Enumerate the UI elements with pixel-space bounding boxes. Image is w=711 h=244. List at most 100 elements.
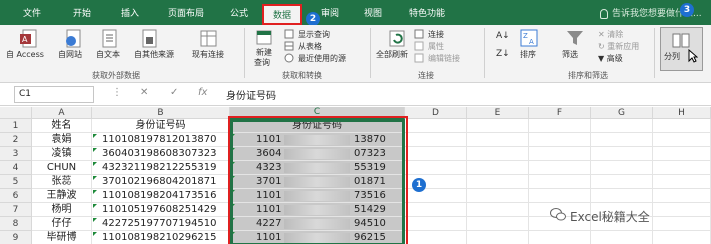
- cell-id-number[interactable]: 身份证号码: [92, 119, 230, 133]
- cell-id-number[interactable]: 360403198608307323: [92, 147, 230, 161]
- empty-cell[interactable]: [529, 119, 591, 133]
- refresh-all-button[interactable]: 全部刷新: [376, 49, 408, 60]
- cell-id-number[interactable]: 422725197707194510: [92, 217, 230, 231]
- cell-id-number[interactable]: 110108198210296215: [92, 231, 230, 244]
- empty-cell[interactable]: [653, 231, 711, 244]
- edit-links-button[interactable]: 编辑链接: [428, 53, 460, 64]
- cell-name[interactable]: 张蕊: [32, 175, 92, 189]
- column-header-f[interactable]: F: [529, 107, 591, 119]
- empty-cell[interactable]: [529, 189, 591, 203]
- empty-cell[interactable]: [653, 217, 711, 231]
- cell-name[interactable]: 杨明: [32, 203, 92, 217]
- tab-home[interactable]: 开始: [62, 6, 102, 22]
- row-header[interactable]: 3: [0, 147, 32, 161]
- empty-cell[interactable]: [653, 203, 711, 217]
- empty-cell[interactable]: [529, 231, 591, 244]
- empty-cell[interactable]: [653, 147, 711, 161]
- empty-cell[interactable]: [591, 161, 653, 175]
- empty-cell[interactable]: [405, 161, 467, 175]
- empty-cell[interactable]: [591, 231, 653, 244]
- empty-cell[interactable]: [653, 175, 711, 189]
- sort-descending-icon[interactable]: Z↓: [496, 49, 510, 59]
- cell-id-number[interactable]: 110108198204173516: [92, 189, 230, 203]
- clear-filter-button[interactable]: ✕ 清除: [598, 29, 623, 40]
- empty-cell[interactable]: [529, 147, 591, 161]
- advanced-filter-button[interactable]: ▼ 高级: [598, 53, 623, 64]
- insert-function-icon[interactable]: fx: [198, 87, 207, 98]
- row-header[interactable]: 8: [0, 217, 32, 231]
- tab-data[interactable]: 数据: [262, 4, 302, 25]
- row-header[interactable]: 6: [0, 189, 32, 203]
- cell-name[interactable]: 王静波: [32, 189, 92, 203]
- empty-cell[interactable]: [591, 189, 653, 203]
- empty-cell[interactable]: [467, 119, 529, 133]
- cell-id-number[interactable]: 110105197608251429: [92, 203, 230, 217]
- empty-cell[interactable]: [467, 175, 529, 189]
- show-queries-button[interactable]: 显示查询: [298, 29, 330, 40]
- cell-name[interactable]: CHUN: [32, 161, 92, 175]
- cell-id-number[interactable]: 370102196804201871: [92, 175, 230, 189]
- empty-cell[interactable]: [591, 119, 653, 133]
- empty-cell[interactable]: [529, 175, 591, 189]
- empty-cell[interactable]: [653, 189, 711, 203]
- column-header-d[interactable]: D: [405, 107, 467, 119]
- empty-cell[interactable]: [405, 189, 467, 203]
- row-header[interactable]: 1: [0, 119, 32, 133]
- cell-id-number[interactable]: 110108197812013870: [92, 133, 230, 147]
- tab-page-layout[interactable]: 页面布局: [156, 6, 216, 22]
- cancel-icon[interactable]: ✕: [140, 87, 148, 98]
- tab-file[interactable]: 文件: [14, 6, 50, 22]
- empty-cell[interactable]: [653, 161, 711, 175]
- sort-button[interactable]: 排序: [520, 49, 536, 60]
- tab-formulas[interactable]: 公式: [222, 6, 256, 22]
- reapply-button[interactable]: ↻ 重新应用: [598, 41, 639, 52]
- text-to-columns-button[interactable]: 分列: [664, 51, 680, 62]
- empty-cell[interactable]: [467, 147, 529, 161]
- empty-cell[interactable]: [405, 203, 467, 217]
- row-header[interactable]: 7: [0, 203, 32, 217]
- cell-name[interactable]: 姓名: [32, 119, 92, 133]
- row-header[interactable]: 4: [0, 161, 32, 175]
- from-access-button[interactable]: 自 Access: [6, 49, 44, 60]
- empty-cell[interactable]: [653, 119, 711, 133]
- properties-button[interactable]: 属性: [428, 41, 444, 52]
- empty-cell[interactable]: [405, 217, 467, 231]
- row-header[interactable]: 5: [0, 175, 32, 189]
- enter-icon[interactable]: ✓: [170, 87, 178, 98]
- from-table-button[interactable]: 从表格: [298, 41, 322, 52]
- empty-cell[interactable]: [591, 175, 653, 189]
- row-header[interactable]: 2: [0, 133, 32, 147]
- column-header-g[interactable]: G: [591, 107, 653, 119]
- empty-cell[interactable]: [529, 133, 591, 147]
- empty-cell[interactable]: [529, 161, 591, 175]
- column-header-b[interactable]: B: [92, 107, 230, 119]
- from-other-sources-button[interactable]: 自其他来源: [134, 49, 174, 60]
- filter-button[interactable]: 筛选: [562, 49, 578, 60]
- cell-name[interactable]: 仔仔: [32, 217, 92, 231]
- column-header-e[interactable]: E: [467, 107, 529, 119]
- empty-cell[interactable]: [591, 133, 653, 147]
- tab-insert[interactable]: 插入: [112, 6, 148, 22]
- empty-cell[interactable]: [467, 203, 529, 217]
- sort-ascending-icon[interactable]: A↓: [496, 31, 510, 41]
- empty-cell[interactable]: [467, 133, 529, 147]
- select-all-corner[interactable]: [0, 107, 32, 119]
- empty-cell[interactable]: [467, 189, 529, 203]
- cell-name[interactable]: 凌镇: [32, 147, 92, 161]
- empty-cell[interactable]: [405, 231, 467, 244]
- empty-cell[interactable]: [405, 119, 467, 133]
- empty-cell[interactable]: [405, 133, 467, 147]
- column-header-h[interactable]: H: [653, 107, 711, 119]
- empty-cell[interactable]: [467, 217, 529, 231]
- row-header[interactable]: 9: [0, 231, 32, 244]
- empty-cell[interactable]: [405, 147, 467, 161]
- name-box[interactable]: C1: [14, 86, 94, 103]
- empty-cell[interactable]: [467, 231, 529, 244]
- tab-special-features[interactable]: 特色功能: [400, 6, 454, 22]
- empty-cell[interactable]: [653, 133, 711, 147]
- existing-connections-button[interactable]: 现有连接: [192, 49, 224, 60]
- empty-cell[interactable]: [467, 161, 529, 175]
- new-query-sub-label[interactable]: 查询: [254, 57, 270, 68]
- recent-sources-button[interactable]: 最近使用的源: [298, 53, 346, 64]
- from-web-button[interactable]: 自网站: [58, 49, 82, 60]
